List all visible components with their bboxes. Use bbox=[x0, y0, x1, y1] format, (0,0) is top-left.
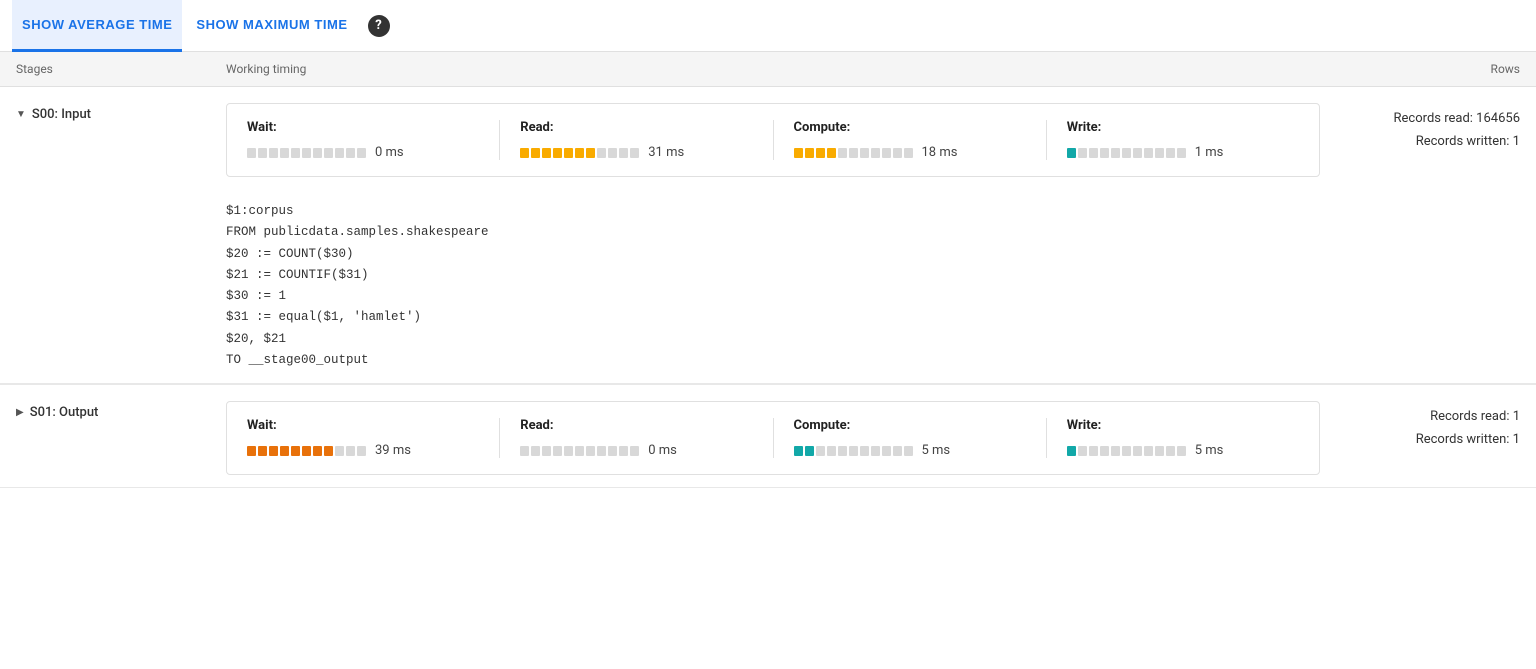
help-icon[interactable]: ? bbox=[368, 15, 390, 37]
timing-cell-write: Write: 5 ms bbox=[1047, 418, 1319, 458]
timing-cell-read: Read: 31 ms bbox=[500, 120, 773, 160]
timing-cell-wait: Wait: 39 ms bbox=[227, 418, 500, 458]
rows-col-s01: Records read: 1 Records written: 1 bbox=[1320, 401, 1520, 452]
stage-section-s00: ▼ S00: Input Wait: 0 ms Read: bbox=[0, 87, 1536, 385]
tabs-bar: SHOW AVERAGE TIME SHOW MAXIMUM TIME ? bbox=[0, 0, 1536, 52]
code-line: FROM publicdata.samples.shakespeare bbox=[226, 222, 1520, 243]
bar-compute bbox=[794, 148, 914, 158]
timing-label-compute: Compute: bbox=[794, 120, 1026, 135]
code-line: $20, $21 bbox=[226, 329, 1520, 350]
records-read-s00: Records read: 164656 bbox=[1336, 107, 1520, 130]
code-line: $20 := COUNT($30) bbox=[226, 244, 1520, 265]
col-header-rows: Rows bbox=[1320, 62, 1520, 76]
tab-max[interactable]: SHOW MAXIMUM TIME bbox=[186, 0, 357, 52]
timing-cell-compute: Compute: 5 ms bbox=[774, 418, 1047, 458]
bar-read bbox=[520, 446, 640, 456]
code-line: $1:corpus bbox=[226, 201, 1520, 222]
timing-value-read: 0 ms bbox=[648, 443, 677, 458]
chevron-s01[interactable]: ▶ bbox=[16, 407, 24, 418]
timing-label-write: Write: bbox=[1067, 120, 1299, 135]
timing-card-s01: Wait: 39 ms Read: 0 ms Compute bbox=[226, 401, 1320, 475]
timing-value-compute: 18 ms bbox=[922, 145, 958, 160]
timing-value-wait: 0 ms bbox=[375, 145, 404, 160]
chevron-s00[interactable]: ▼ bbox=[16, 109, 26, 120]
rows-col-s00: Records read: 164656 Records written: 1 bbox=[1320, 103, 1520, 154]
timing-label-wait: Wait: bbox=[247, 120, 479, 135]
timing-value-wait: 39 ms bbox=[375, 443, 411, 458]
bar-compute bbox=[794, 446, 914, 456]
timing-bar-row-wait: 0 ms bbox=[247, 145, 479, 160]
timing-cell-read: Read: 0 ms bbox=[500, 418, 773, 458]
records-written-s01: Records written: 1 bbox=[1336, 428, 1520, 451]
records-read-s01: Records read: 1 bbox=[1336, 405, 1520, 428]
timing-label-compute: Compute: bbox=[794, 418, 1026, 433]
timing-label-read: Read: bbox=[520, 120, 752, 135]
stages-container: ▼ S00: Input Wait: 0 ms Read: bbox=[0, 87, 1536, 488]
bar-wait bbox=[247, 148, 367, 158]
col-header-stages: Stages bbox=[16, 62, 226, 76]
bar-wait bbox=[247, 446, 367, 456]
stage-header-s00: ▼ S00: Input Wait: 0 ms Read: bbox=[0, 87, 1536, 189]
timing-bar-row-compute: 18 ms bbox=[794, 145, 1026, 160]
column-headers: Stages Working timing Rows bbox=[0, 52, 1536, 87]
timing-value-read: 31 ms bbox=[648, 145, 684, 160]
stage-label-s00: ▼ S00: Input bbox=[16, 103, 226, 122]
code-line: TO __stage00_output bbox=[226, 350, 1520, 371]
bar-write bbox=[1067, 148, 1187, 158]
stage-label-s01: ▶ S01: Output bbox=[16, 401, 226, 420]
timing-label-wait: Wait: bbox=[247, 418, 479, 433]
timing-label-read: Read: bbox=[520, 418, 752, 433]
timing-label-write: Write: bbox=[1067, 418, 1299, 433]
code-block-s00: $1:corpusFROM publicdata.samples.shakesp… bbox=[0, 189, 1536, 384]
col-header-timing: Working timing bbox=[226, 62, 1320, 76]
timing-bar-row-write: 5 ms bbox=[1067, 443, 1299, 458]
timing-card-s00: Wait: 0 ms Read: 31 ms Compute bbox=[226, 103, 1320, 177]
timing-cell-compute: Compute: 18 ms bbox=[774, 120, 1047, 160]
stage-section-s01: ▶ S01: Output Wait: 39 ms Read: bbox=[0, 385, 1536, 488]
tab-avg[interactable]: SHOW AVERAGE TIME bbox=[12, 0, 182, 52]
code-line: $30 := 1 bbox=[226, 286, 1520, 307]
timing-bar-row-read: 0 ms bbox=[520, 443, 752, 458]
timing-bar-row-read: 31 ms bbox=[520, 145, 752, 160]
timing-bar-row-write: 1 ms bbox=[1067, 145, 1299, 160]
code-line: $21 := COUNTIF($31) bbox=[226, 265, 1520, 286]
bar-write bbox=[1067, 446, 1187, 456]
timing-bar-row-wait: 39 ms bbox=[247, 443, 479, 458]
stage-header-s01: ▶ S01: Output Wait: 39 ms Read: bbox=[0, 385, 1536, 487]
bar-read bbox=[520, 148, 640, 158]
stage-name-s00: S00: Input bbox=[32, 107, 91, 122]
code-line: $31 := equal($1, 'hamlet') bbox=[226, 307, 1520, 328]
timing-value-write: 5 ms bbox=[1195, 443, 1224, 458]
timing-value-compute: 5 ms bbox=[922, 443, 951, 458]
timing-cell-wait: Wait: 0 ms bbox=[227, 120, 500, 160]
records-written-s00: Records written: 1 bbox=[1336, 130, 1520, 153]
timing-cell-write: Write: 1 ms bbox=[1047, 120, 1319, 160]
stage-name-s01: S01: Output bbox=[30, 405, 99, 420]
timing-value-write: 1 ms bbox=[1195, 145, 1224, 160]
timing-bar-row-compute: 5 ms bbox=[794, 443, 1026, 458]
